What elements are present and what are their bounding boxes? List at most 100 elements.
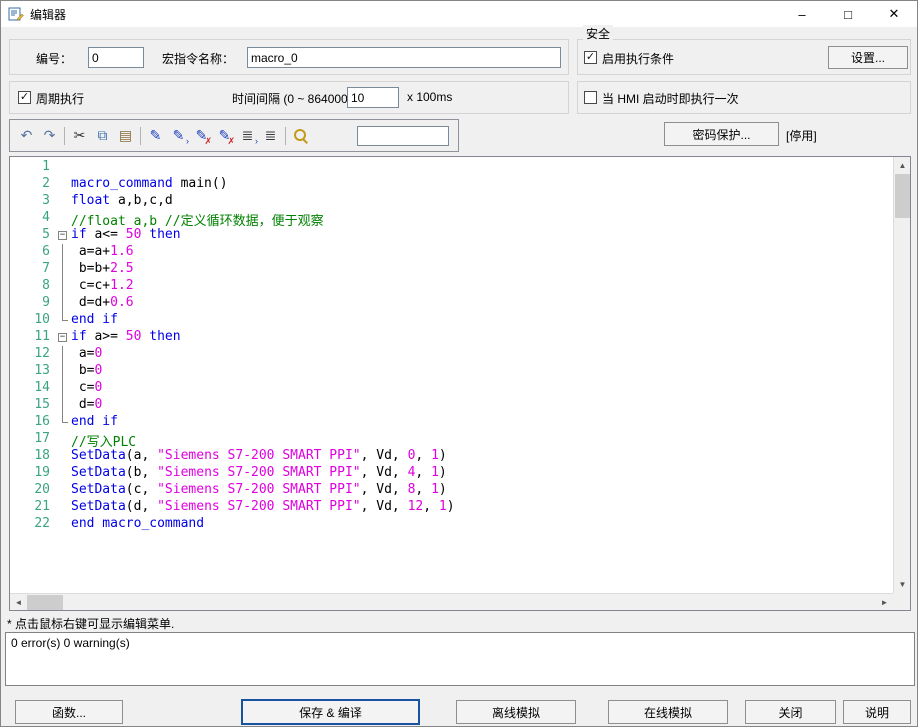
list-icon: ≣ [265, 127, 277, 144]
code-line[interactable]: 13 b=0 [10, 363, 893, 380]
line-number: 21 [10, 499, 56, 516]
goto-line-list-icon[interactable]: ≣ › [236, 125, 259, 147]
code-line[interactable]: 17//写入PLC [10, 431, 893, 448]
bookmark-clear-all-icon[interactable]: ✎ ✗ [213, 125, 236, 147]
scroll-right-icon[interactable]: ► [876, 594, 893, 611]
code-line[interactable]: 2macro_command main() [10, 176, 893, 193]
scroll-left-icon[interactable]: ◄ [10, 594, 27, 611]
redo-icon[interactable]: ↷ [38, 125, 61, 147]
macro-name-input[interactable] [247, 47, 561, 68]
fold-gutter [56, 295, 71, 312]
code-line[interactable]: 11−if a>= 50 then [10, 329, 893, 346]
bookmark-clear-icon[interactable]: ✎ ✗ [190, 125, 213, 147]
fold-collapse-icon[interactable]: − [58, 333, 67, 342]
close-dialog-button[interactable]: 关闭 [745, 700, 836, 724]
scroll-down-icon[interactable]: ▼ [894, 576, 911, 593]
cut-icon[interactable]: ✂ [68, 125, 91, 147]
code-text: d=d+0.6 [71, 295, 134, 312]
code-line[interactable]: 10end if [10, 312, 893, 329]
horizontal-scroll-thumb[interactable] [27, 595, 63, 610]
code-line[interactable]: 22end macro_command [10, 516, 893, 533]
code-line[interactable]: 4//float a,b //定义循环数据，便于观察 [10, 210, 893, 227]
line-number: 22 [10, 516, 56, 533]
startup-checkbox[interactable] [584, 91, 597, 104]
fold-gutter[interactable]: − [56, 227, 71, 244]
search-input[interactable] [357, 126, 449, 146]
code-line[interactable]: 18SetData(a, "Siemens S7-200 SMART PPI",… [10, 448, 893, 465]
minimize-button[interactable]: – [779, 1, 825, 27]
app-icon [8, 6, 24, 22]
line-number: 5 [10, 227, 56, 244]
line-number: 6 [10, 244, 56, 261]
line-number: 3 [10, 193, 56, 210]
password-protect-button[interactable]: 密码保护... [664, 122, 779, 146]
code-line[interactable]: 21SetData(d, "Siemens S7-200 SMART PPI",… [10, 499, 893, 516]
vertical-scroll-thumb[interactable] [895, 174, 910, 218]
fold-gutter [56, 465, 71, 482]
code-text: SetData(b, "Siemens S7-200 SMART PPI", V… [71, 465, 447, 482]
line-number: 20 [10, 482, 56, 499]
fold-line-mark [62, 278, 63, 295]
number-input[interactable] [88, 47, 144, 68]
undo-icon[interactable]: ↶ [15, 125, 38, 147]
online-sim-button[interactable]: 在线模拟 [608, 700, 728, 724]
interval-input[interactable] [347, 87, 399, 108]
code-text: float a,b,c,d [71, 193, 173, 210]
scroll-up-icon[interactable]: ▲ [894, 157, 911, 174]
fold-gutter[interactable]: − [56, 329, 71, 346]
fold-line-mark [62, 346, 63, 363]
functions-button[interactable]: 函数... [15, 700, 123, 724]
help-button[interactable]: 说明 [843, 700, 911, 724]
close-button[interactable]: ✕ [871, 1, 917, 27]
next-mark-icon: › [186, 137, 189, 146]
code-line[interactable]: 12 a=0 [10, 346, 893, 363]
fold-gutter [56, 244, 71, 261]
fold-gutter [56, 414, 71, 431]
code-line[interactable]: 8 c=c+1.2 [10, 278, 893, 295]
code-line[interactable]: 1 [10, 159, 893, 176]
paste-icon[interactable]: ▤ [114, 125, 137, 147]
code-lines[interactable]: 12macro_command main()3 float a,b,c,d4//f… [10, 157, 893, 593]
code-line[interactable]: 9 d=d+0.6 [10, 295, 893, 312]
line-number: 12 [10, 346, 56, 363]
code-line[interactable]: 6 a=a+1.6 [10, 244, 893, 261]
bookmark-toggle-icon[interactable]: ✎ [144, 125, 167, 147]
bookmark-next-icon[interactable]: ✎ › [167, 125, 190, 147]
fold-gutter [56, 261, 71, 278]
group-execution: ✓ 周期执行 时间间隔 (0 ~ 864000)： x 100ms [9, 81, 569, 114]
maximize-button[interactable]: □ [825, 1, 871, 27]
fold-collapse-icon[interactable]: − [58, 231, 67, 240]
code-line[interactable]: 14 c=0 [10, 380, 893, 397]
save-compile-button[interactable]: 保存 & 编译 [241, 699, 420, 725]
number-label: 编号： [36, 50, 72, 67]
interval-unit-label: x 100ms [407, 90, 452, 104]
code-text: b=0 [71, 363, 102, 380]
vertical-scrollbar[interactable]: ▲ ▼ [893, 157, 910, 593]
macro-name-label: 宏指令名称： [162, 50, 234, 67]
settings-button[interactable]: 设置... [828, 46, 908, 69]
enable-condition-checkbox[interactable]: ✓ [584, 51, 597, 64]
checkmark-icon: ✓ [586, 52, 595, 63]
output-list-icon[interactable]: ≣ [259, 125, 282, 147]
copy-icon[interactable]: ⧉ [91, 125, 114, 147]
startup-label: 当 HMI 启动时即执行一次 [602, 90, 739, 107]
line-number: 4 [10, 210, 56, 227]
code-editor[interactable]: 12macro_command main()3 float a,b,c,d4//f… [9, 156, 911, 611]
code-line[interactable]: 7 b=b+2.5 [10, 261, 893, 278]
code-line[interactable]: 16end if [10, 414, 893, 431]
code-line[interactable]: 5−if a<= 50 then [10, 227, 893, 244]
compile-output[interactable]: 0 error(s) 0 warning(s) [5, 632, 915, 686]
periodic-checkbox[interactable]: ✓ [18, 91, 31, 104]
code-line[interactable]: 3 float a,b,c,d [10, 193, 893, 210]
fold-line-mark [62, 363, 63, 380]
code-line[interactable]: 19SetData(b, "Siemens S7-200 SMART PPI",… [10, 465, 893, 482]
fold-gutter [56, 278, 71, 295]
offline-sim-button[interactable]: 离线模拟 [456, 700, 576, 724]
code-line[interactable]: 20 SetData(c, "Siemens S7-200 SMART PPI",… [10, 482, 893, 499]
fold-gutter [56, 210, 71, 227]
code-line[interactable]: 15 d=0 [10, 397, 893, 414]
horizontal-scrollbar[interactable]: ◄ ► [10, 593, 893, 610]
fold-gutter [56, 397, 71, 414]
code-text: SetData(c, "Siemens S7-200 SMART PPI", V… [71, 482, 447, 499]
find-icon[interactable] [289, 125, 312, 147]
